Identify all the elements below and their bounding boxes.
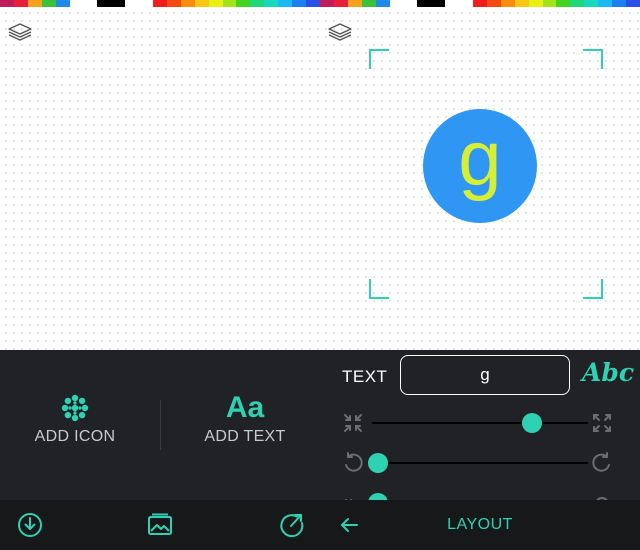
palette-swatch[interactable] (139, 0, 153, 7)
layout-panel: TEXT Abc (320, 350, 640, 513)
text-glyph-icon: Aa (225, 391, 265, 424)
rotation-slider-track[interactable] (372, 462, 588, 464)
palette-swatch[interactable] (55, 0, 70, 7)
palette-swatch[interactable] (375, 0, 390, 7)
palette-swatch[interactable] (431, 0, 446, 7)
palette-swatch[interactable] (264, 0, 279, 7)
palette-swatch[interactable] (208, 0, 223, 7)
bottom-nav (0, 500, 320, 550)
rotate-left-icon[interactable] (342, 452, 364, 474)
logo-letter: g (458, 114, 502, 202)
palette-swatch[interactable] (0, 0, 14, 7)
bottom-nav: LAYOUT (320, 500, 640, 550)
palette-swatch[interactable] (292, 0, 306, 7)
selection-corner-bottom-left[interactable] (369, 279, 389, 299)
palette-swatch[interactable] (180, 0, 195, 7)
palette-swatch[interactable] (13, 0, 28, 7)
palette-swatch[interactable] (500, 0, 515, 7)
font-picker-button[interactable]: Abc (582, 358, 634, 387)
flower-icon (61, 394, 89, 422)
selection-corner-top-right[interactable] (583, 49, 603, 69)
palette-swatch[interactable] (584, 0, 599, 7)
layout-title: LAYOUT (447, 516, 513, 533)
share-icon[interactable] (279, 512, 305, 538)
download-icon[interactable] (17, 512, 43, 538)
add-text-button[interactable]: Aa ADD TEXT (170, 392, 320, 446)
text-input[interactable] (400, 355, 570, 395)
palette-swatch[interactable] (41, 0, 56, 7)
palette-swatch[interactable] (250, 0, 265, 7)
palette-swatch[interactable] (166, 0, 181, 7)
palette-swatch[interactable] (556, 0, 571, 7)
text-label: TEXT (342, 367, 388, 386)
right-screen: g TEXT Abc (320, 0, 640, 550)
palette-swatch[interactable] (333, 0, 348, 7)
palette-swatch[interactable] (514, 0, 529, 7)
size-slider-track[interactable] (372, 422, 588, 424)
add-icon-button[interactable]: ADD ICON (0, 392, 150, 446)
palette-swatch[interactable] (472, 0, 487, 7)
palette-swatch[interactable] (305, 0, 320, 7)
rotation-slider[interactable] (320, 448, 640, 478)
palette-swatch[interactable] (236, 0, 251, 7)
palette-swatch[interactable] (194, 0, 209, 7)
image-icon[interactable] (147, 512, 173, 538)
tools-panel: ADD ICON Aa ADD TEXT (0, 350, 320, 500)
add-text-label: ADD TEXT (204, 428, 286, 445)
palette-swatch[interactable] (222, 0, 237, 7)
size-slider[interactable] (320, 408, 640, 438)
palette-swatch[interactable] (612, 0, 626, 7)
palette-swatch[interactable] (97, 0, 112, 7)
palette-swatch[interactable] (361, 0, 376, 7)
shrink-icon[interactable] (342, 412, 364, 434)
palette-swatch[interactable] (445, 0, 460, 7)
color-palette-strip[interactable] (0, 0, 320, 7)
design-canvas[interactable] (0, 7, 320, 350)
palette-swatch[interactable] (27, 0, 42, 7)
selection-corner-top-left[interactable] (369, 49, 389, 69)
palette-swatch[interactable] (389, 0, 404, 7)
selection-corner-bottom-right[interactable] (583, 279, 603, 299)
palette-swatch[interactable] (417, 0, 432, 7)
size-slider-thumb[interactable] (521, 413, 542, 433)
logo-circle[interactable]: g (423, 109, 537, 223)
palette-swatch[interactable] (152, 0, 167, 7)
palette-swatch[interactable] (486, 0, 501, 7)
palette-swatch[interactable] (347, 0, 362, 7)
rotation-slider-thumb[interactable] (368, 453, 389, 473)
palette-swatch[interactable] (111, 0, 126, 7)
palette-swatch[interactable] (320, 0, 334, 7)
rotate-right-icon[interactable] (591, 452, 613, 474)
color-palette-strip[interactable] (320, 0, 640, 7)
palette-swatch[interactable] (69, 0, 84, 7)
expand-icon[interactable] (591, 412, 613, 434)
palette-swatch[interactable] (528, 0, 543, 7)
tools-divider (160, 400, 161, 450)
layers-icon[interactable] (326, 21, 354, 43)
palette-swatch[interactable] (125, 0, 140, 7)
palette-swatch[interactable] (83, 0, 98, 7)
add-icon-label: ADD ICON (34, 428, 116, 445)
layers-icon[interactable] (6, 21, 34, 43)
palette-swatch[interactable] (625, 0, 640, 7)
palette-swatch[interactable] (278, 0, 293, 7)
palette-swatch[interactable] (459, 0, 473, 7)
palette-swatch[interactable] (598, 0, 613, 7)
left-screen: ADD ICON Aa ADD TEXT (0, 0, 320, 550)
palette-swatch[interactable] (403, 0, 418, 7)
palette-swatch[interactable] (570, 0, 585, 7)
design-canvas[interactable]: g (320, 7, 640, 350)
palette-swatch[interactable] (542, 0, 557, 7)
